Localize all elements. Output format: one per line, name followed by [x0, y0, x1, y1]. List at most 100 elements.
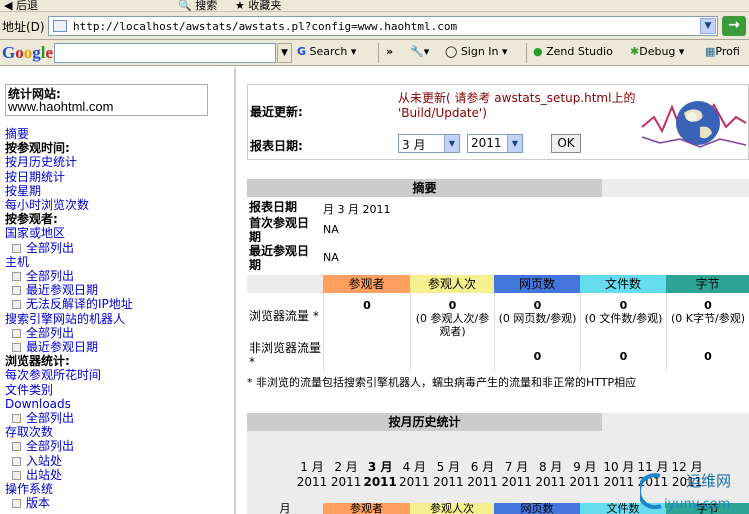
- nav-link[interactable]: 按月历史统计: [5, 155, 133, 169]
- list-item-icon: [12, 343, 21, 353]
- traffic-cell: 0 (0 网页数/参观): [494, 293, 580, 341]
- list-item-icon: [12, 442, 21, 452]
- month-label: 2 月 2011: [330, 460, 362, 489]
- nav-link[interactable]: 存取次数: [5, 425, 133, 439]
- back-button[interactable]: ◀ 后退: [4, 0, 38, 11]
- history-column-header: 参观者: [323, 503, 410, 514]
- nav-link[interactable]: 入站处: [5, 454, 133, 468]
- nav-heading: 按参观者:: [5, 212, 58, 227]
- summary-row-value: 月 3 月 2011: [323, 203, 391, 216]
- google-search-dropdown-icon[interactable]: ▼: [277, 43, 292, 63]
- column-header: 参观者: [323, 275, 410, 293]
- sign-in-button[interactable]: ◯ Sign In ▾: [445, 45, 508, 58]
- month-label: 7 月 2011: [501, 460, 532, 489]
- month-dropdown-icon[interactable]: ▼: [444, 135, 459, 152]
- footnote: * 非浏览的流量包括搜索引擎机器人，蠕虫病毒产生的流量和非正常的HTTP相应: [247, 376, 637, 389]
- month-label: 6 月 2011: [467, 460, 498, 489]
- nav-link[interactable]: 每次参观所花时间: [5, 368, 133, 382]
- last-update-value: 从未更新( 请参考 awstats_setup.html上的 'Build/Up…: [398, 91, 636, 120]
- nav-link[interactable]: 最近参观日期: [5, 340, 133, 354]
- non-browser-cell: 0: [580, 341, 666, 371]
- nav-link[interactable]: 全部列出: [5, 411, 133, 425]
- left-nav-frame: 统计网站: www.haohtml.com 摘要 按参观时间: 按月历史统计 按日期统…: [0, 67, 236, 514]
- nav-link[interactable]: 文件类别: [5, 383, 133, 397]
- history-column-header: 参观人次: [410, 503, 494, 514]
- year-dropdown-icon[interactable]: ▼: [507, 135, 522, 152]
- month-label: 9 月 2011: [569, 460, 601, 489]
- non-browser-label: 非浏览器流量 *: [249, 341, 322, 369]
- address-label: 地址(D): [2, 20, 45, 34]
- google-search-button[interactable]: G Search ▾: [297, 45, 356, 58]
- list-item-icon: [12, 272, 21, 282]
- wrench-icon[interactable]: 🔧▾: [410, 45, 429, 58]
- list-item-icon: [12, 300, 21, 310]
- nav-link[interactable]: 摘要: [5, 127, 133, 141]
- month-select[interactable]: 3 月 ▼: [398, 134, 460, 153]
- nav-link[interactable]: 全部列出: [5, 439, 133, 453]
- search-button[interactable]: 🔍 搜索: [178, 0, 217, 11]
- column-header: 网页数: [494, 275, 580, 293]
- non-browser-cell: 0: [666, 341, 749, 371]
- debug-button[interactable]: ✱Debug ▾: [630, 45, 684, 58]
- nav-link[interactable]: 按星期: [5, 184, 133, 198]
- go-button[interactable]: →: [722, 16, 746, 36]
- report-header: 最近更新: 从未更新( 请参考 awstats_setup.html上的 'Bu…: [247, 84, 749, 160]
- summary-title: 摘要: [247, 179, 602, 197]
- page-icon: [53, 20, 67, 32]
- nav-heading: 浏览器统计:: [5, 354, 70, 369]
- url-text: http://localhost/awstats/awstats.pl?conf…: [73, 20, 458, 33]
- more-chevron-icon[interactable]: »: [386, 45, 393, 58]
- nav-link[interactable]: 全部列出: [5, 269, 133, 283]
- non-browser-cell: [323, 341, 410, 371]
- nav-link[interactable]: 无法反解译的IP地址: [5, 297, 133, 311]
- nav-link[interactable]: 出站处: [5, 468, 133, 482]
- awstats-globe-logo: [641, 101, 747, 148]
- zend-studio-button[interactable]: ● Zend Studio: [533, 45, 613, 58]
- nav-link[interactable]: 全部列出: [5, 241, 133, 255]
- nav-link[interactable]: 按日期统计: [5, 170, 133, 184]
- summary-section: 摘要 报表日期 月 3 月 2011 首次参观日期 NA 最近参观日期 NA 参…: [247, 179, 749, 395]
- profile-button[interactable]: ▦Profi: [705, 45, 740, 58]
- nav-heading: 按参观时间:: [5, 141, 70, 156]
- column-header: 参观人次: [410, 275, 494, 293]
- nav-link[interactable]: 操作系统: [5, 482, 133, 496]
- report-date-label: 报表日期:: [250, 139, 303, 153]
- nav-link[interactable]: Downloads: [5, 397, 133, 411]
- traffic-cell: 0: [323, 293, 410, 341]
- traffic-label: 浏览器流量 *: [249, 309, 319, 323]
- list-item-icon: [12, 456, 21, 466]
- traffic-cell: 0 (0 K字节/参观): [666, 293, 749, 341]
- google-search-input[interactable]: [54, 43, 276, 63]
- column-header: 文件数: [580, 275, 666, 293]
- last-update-label: 最近更新:: [250, 105, 303, 119]
- nav-link[interactable]: 国家或地区: [5, 226, 133, 240]
- address-bar: 地址(D) http://localhost/awstats/awstats.p…: [0, 12, 749, 40]
- nav-link[interactable]: 最近参观日期: [5, 283, 133, 297]
- nav-link[interactable]: 每小时浏览次数: [5, 198, 133, 212]
- column-header: 字节: [666, 275, 749, 293]
- nav-link[interactable]: 搜索引擎网站的机器人: [5, 312, 133, 326]
- address-dropdown-icon[interactable]: ▼: [700, 18, 716, 34]
- favorites-button[interactable]: ★ 收藏夹: [235, 0, 281, 11]
- summary-row-value: NA: [323, 251, 339, 264]
- watermark-logo: 运维网 iyunv.com: [640, 472, 731, 512]
- watermark-en: iyunv.com: [664, 497, 730, 512]
- month-label: 4 月 2011: [399, 460, 430, 489]
- history-column-header: 网页数: [494, 503, 580, 514]
- main-frame: 最近更新: 从未更新( 请参考 awstats_setup.html上的 'Bu…: [238, 67, 749, 514]
- address-input[interactable]: http://localhost/awstats/awstats.pl?conf…: [48, 16, 718, 36]
- non-browser-cell: [410, 341, 494, 371]
- google-logo: Google: [2, 43, 54, 62]
- traffic-cell: 0 (0 参观人次/参观者): [410, 293, 494, 341]
- site-box: 统计网站: www.haohtml.com: [5, 84, 208, 116]
- nav-link[interactable]: 全部列出: [5, 326, 133, 340]
- list-item-icon: [12, 286, 21, 296]
- nav-link[interactable]: 主机: [5, 255, 133, 269]
- summary-row-label: 首次参观日期: [249, 216, 310, 244]
- google-toolbar: Google ▼ G Search ▾ » 🔧▾ ◯ Sign In ▾ ● Z…: [0, 40, 749, 66]
- nav-link[interactable]: 版本: [5, 496, 133, 510]
- month-label: 5 月 2011: [433, 460, 464, 489]
- year-select[interactable]: 2011 ▼: [467, 134, 523, 153]
- ok-button[interactable]: OK: [551, 134, 581, 153]
- month-label: 8 月 2011: [535, 460, 566, 489]
